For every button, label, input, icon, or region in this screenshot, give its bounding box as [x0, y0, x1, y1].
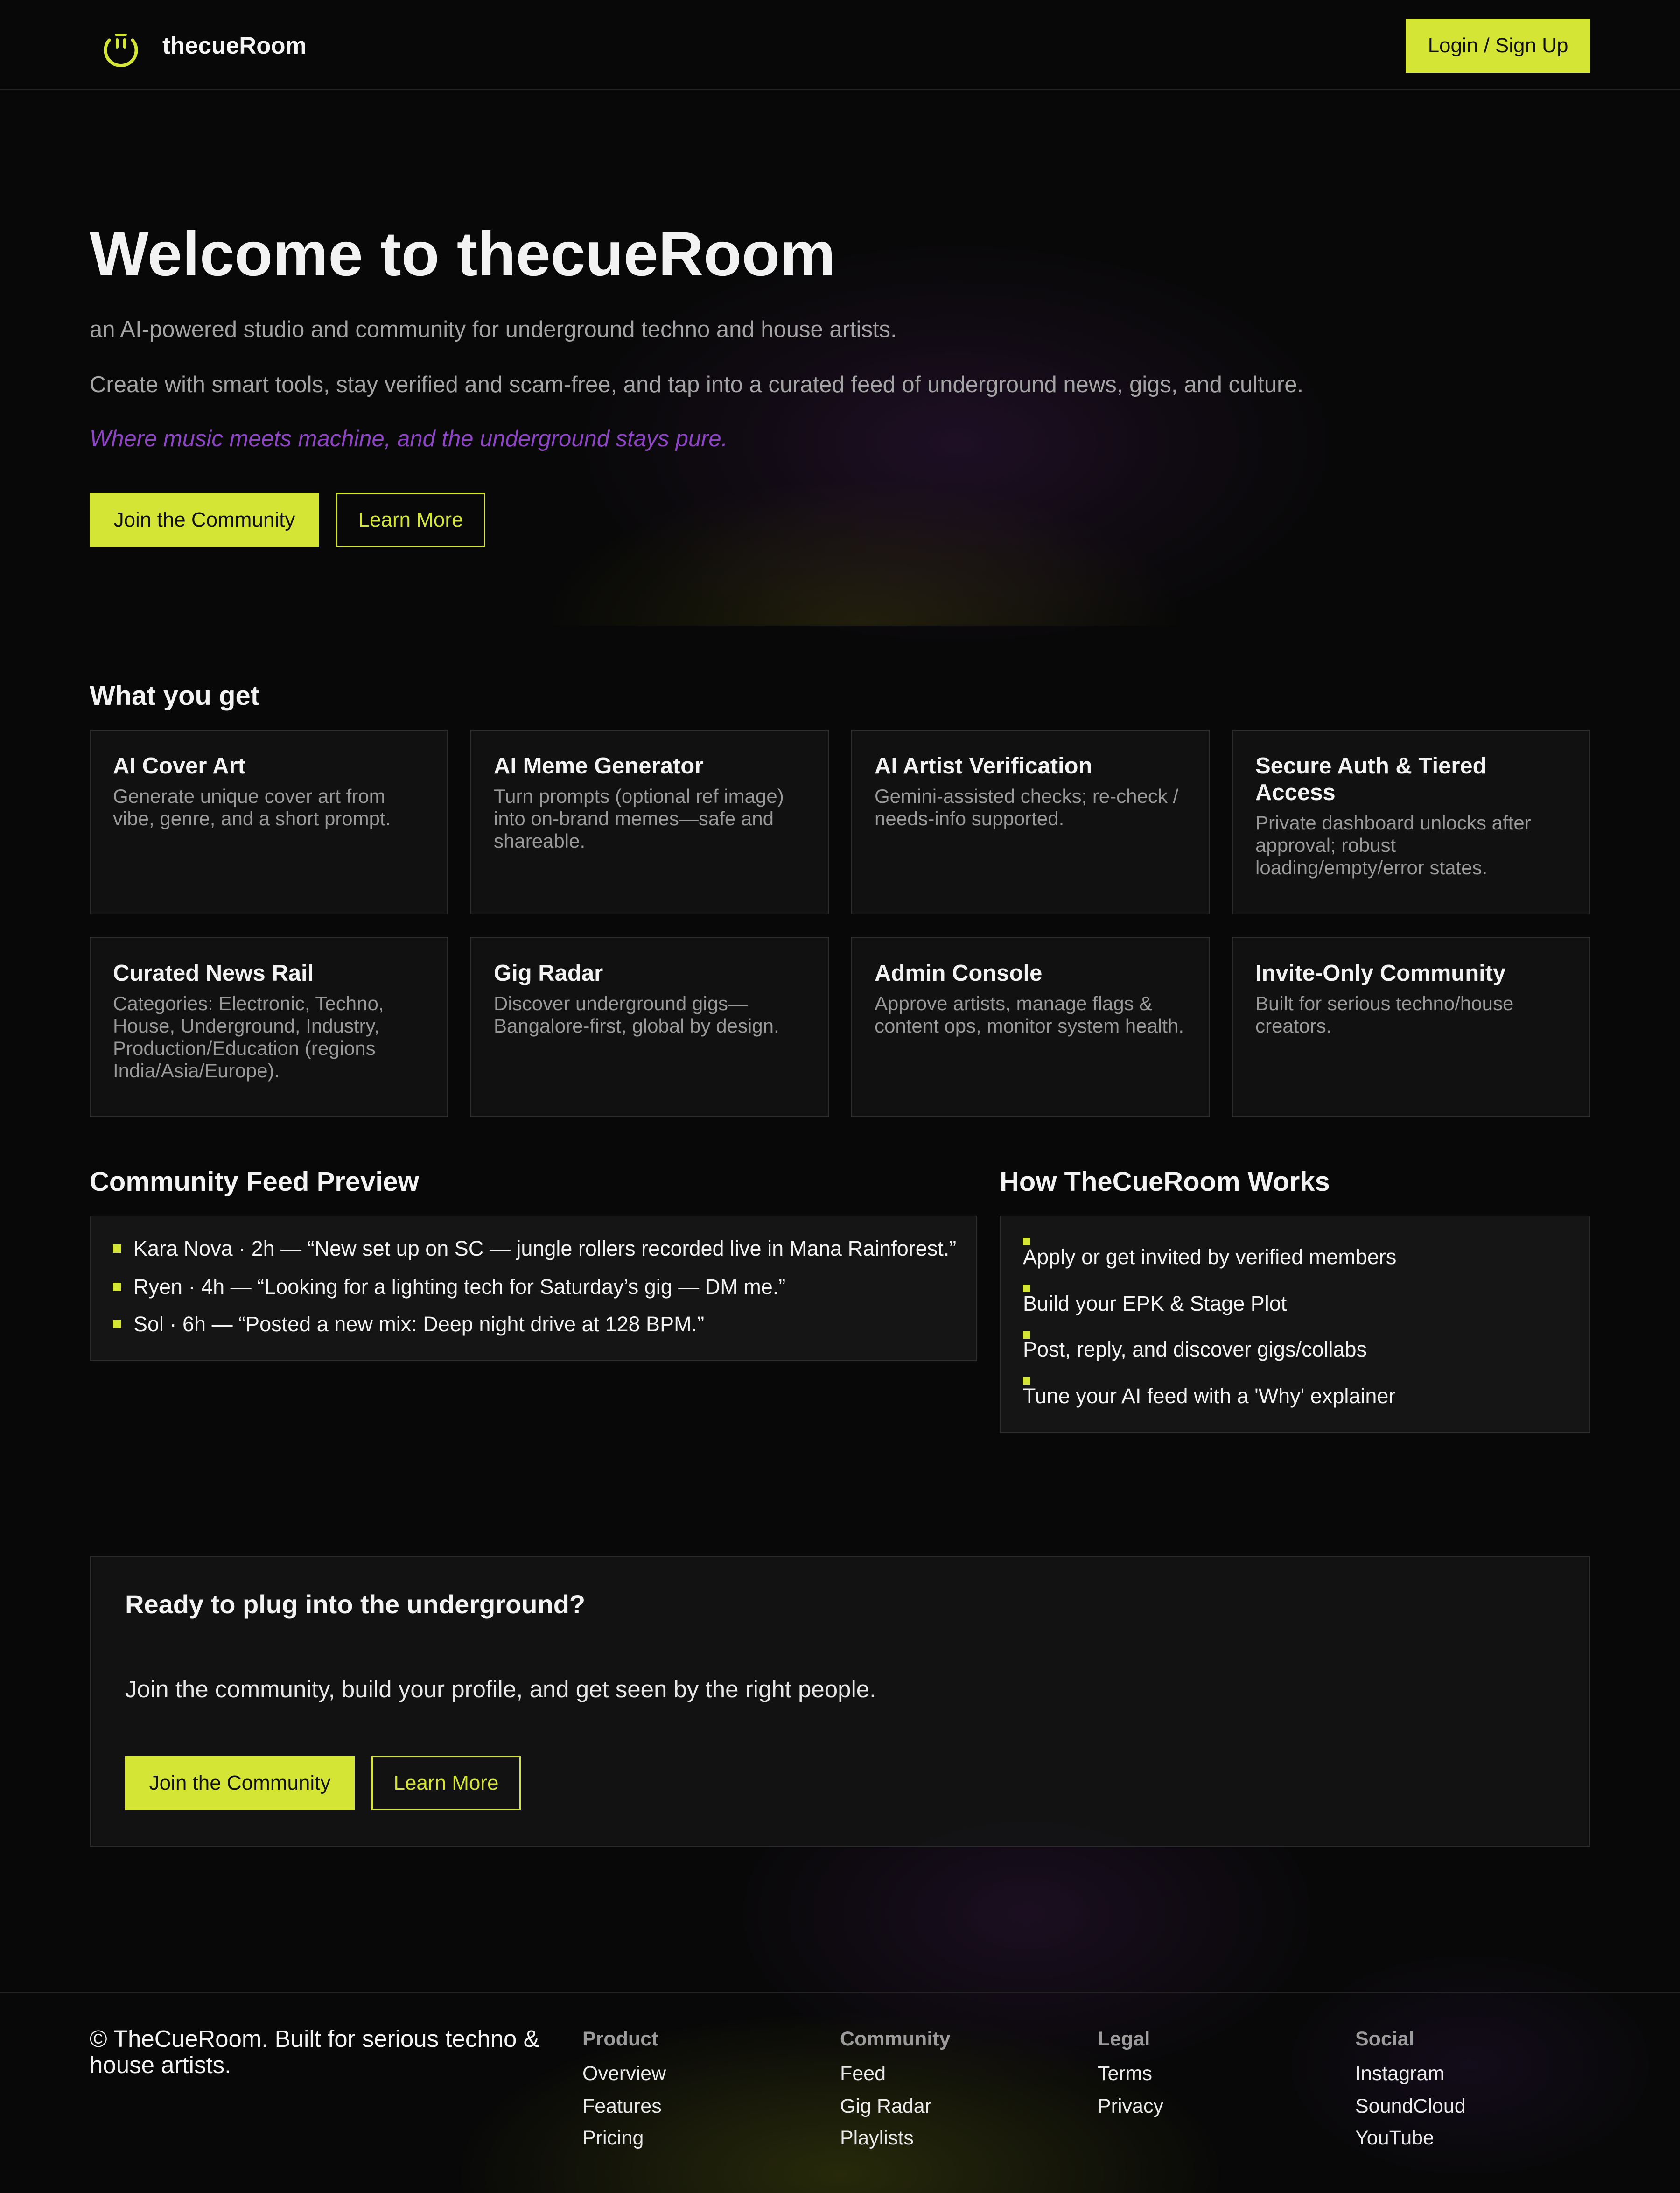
square-bullet-icon	[113, 1283, 121, 1291]
feature-description: Built for serious techno/house creators.	[1255, 992, 1514, 1037]
feature-description: Approve artists, manage flags & content …	[875, 992, 1184, 1037]
footer-copyright: © TheCueRoom. Built for serious techno &…	[90, 2025, 539, 2078]
footer-col-title-community: Community	[840, 2028, 951, 2050]
feature-card: AI Cover Art Generate unique cover art f…	[90, 730, 448, 914]
footer-link-overview[interactable]: Overview	[582, 2061, 666, 2086]
feature-title: Admin Console	[875, 961, 1043, 986]
feed-item[interactable]: Ryen · 4h — “Looking for a lighting tech…	[113, 1274, 785, 1300]
how-heading: How TheCueRoom Works	[1000, 1167, 1330, 1197]
cta-section: Ready to plug into the underground? Join…	[90, 1556, 1590, 1847]
feature-card: Admin Console Approve artists, manage fl…	[851, 937, 1210, 1117]
how-step: Post, reply, and discover gigs/collabs	[1023, 1337, 1367, 1361]
cta-learn-more-button[interactable]: Learn More	[371, 1756, 521, 1810]
footer-col-title-product: Product	[582, 2028, 658, 2050]
feed-item-text: Kara Nova · 2h — “New set up on SC — jun…	[133, 1237, 957, 1260]
feature-card: AI Artist Verification Gemini-assisted c…	[851, 730, 1210, 914]
footer-link-pricing[interactable]: Pricing	[582, 2126, 644, 2150]
hero-subtitle: an AI-powered studio and community for u…	[90, 317, 897, 342]
how-step: Build your EPK & Stage Plot	[1023, 1292, 1287, 1315]
footer-col-title-legal: Legal	[1098, 2028, 1150, 2050]
site-header: thecueRoom Login / Sign Up	[0, 0, 1680, 90]
footer-link-feed[interactable]: Feed	[840, 2061, 886, 2086]
cta-title: Ready to plug into the underground?	[125, 1589, 586, 1619]
how-panel: Apply or get invited by verified members…	[1000, 1216, 1590, 1433]
footer-link-instagram[interactable]: Instagram	[1355, 2061, 1444, 2086]
feed-item[interactable]: Kara Nova · 2h — “New set up on SC — jun…	[113, 1236, 956, 1261]
feature-description: Discover underground gigs—Bangalore-firs…	[494, 992, 779, 1037]
footer-link-youtube[interactable]: YouTube	[1355, 2126, 1434, 2150]
hero-description: Create with smart tools, stay verified a…	[90, 372, 1304, 397]
how-step: Tune your AI feed with a 'Why' explainer	[1023, 1384, 1396, 1408]
how-step: Apply or get invited by verified members	[1023, 1245, 1397, 1269]
brand-name[interactable]: thecueRoom	[162, 32, 307, 60]
feed-panel: Kara Nova · 2h — “New set up on SC — jun…	[90, 1216, 977, 1361]
feature-title: AI Meme Generator	[494, 753, 704, 779]
feature-description: Gemini-assisted checks; re-check / needs…	[875, 785, 1179, 829]
square-bullet-icon	[113, 1320, 121, 1328]
feature-title: Secure Auth & Tiered Access	[1255, 753, 1487, 805]
feature-title: Gig Radar	[494, 961, 603, 986]
footer-link-features[interactable]: Features	[582, 2094, 662, 2118]
feed-item-text: Sol · 6h — “Posted a new mix: Deep night…	[133, 1312, 705, 1336]
footer-link-privacy[interactable]: Privacy	[1098, 2094, 1163, 2118]
feature-description: Private dashboard unlocks after approval…	[1255, 812, 1531, 879]
feature-description: Turn prompts (optional ref image) into o…	[494, 785, 784, 852]
feature-card: AI Meme Generator Turn prompts (optional…	[470, 730, 829, 914]
feature-title: Invite-Only Community	[1255, 961, 1506, 986]
hero-tagline: Where music meets machine, and the under…	[90, 426, 728, 451]
feature-title: AI Artist Verification	[875, 753, 1092, 779]
feed-item[interactable]: Sol · 6h — “Posted a new mix: Deep night…	[113, 1312, 704, 1337]
footer-link-playlists[interactable]: Playlists	[840, 2126, 914, 2150]
site-footer: © TheCueRoom. Built for serious techno &…	[0, 1992, 1680, 2193]
feed-item-text: Ryen · 4h — “Looking for a lighting tech…	[133, 1275, 786, 1299]
feature-description: Categories: Electronic, Techno, House, U…	[113, 992, 384, 1082]
cta-join-button[interactable]: Join the Community	[125, 1756, 355, 1810]
login-signup-button[interactable]: Login / Sign Up	[1406, 19, 1590, 73]
cta-text: Join the community, build your profile, …	[125, 1676, 876, 1702]
hero-learn-more-button[interactable]: Learn More	[336, 493, 485, 547]
feature-description: Generate unique cover art from vibe, gen…	[113, 785, 391, 829]
feed-heading: Community Feed Preview	[90, 1167, 419, 1197]
smile-logo-icon[interactable]	[101, 27, 141, 68]
footer-col-title-social: Social	[1355, 2028, 1414, 2050]
hero-join-button[interactable]: Join the Community	[90, 493, 319, 547]
hero-title: Welcome to thecueRoom	[90, 219, 836, 289]
feature-title: AI Cover Art	[113, 753, 246, 779]
footer-link-terms[interactable]: Terms	[1098, 2061, 1152, 2086]
feature-card: Secure Auth & Tiered Access Private dash…	[1232, 730, 1590, 914]
feature-card: Invite-Only Community Built for serious …	[1232, 937, 1590, 1117]
feature-title: Curated News Rail	[113, 961, 314, 986]
feature-card: Curated News Rail Categories: Electronic…	[90, 937, 448, 1117]
hero-glow-yellow	[513, 467, 1213, 626]
features-heading: What you get	[90, 681, 260, 711]
feature-card: Gig Radar Discover underground gigs—Bang…	[470, 937, 829, 1117]
square-bullet-icon	[113, 1244, 121, 1253]
footer-link-gig-radar[interactable]: Gig Radar	[840, 2094, 931, 2118]
footer-link-soundcloud[interactable]: SoundCloud	[1355, 2094, 1466, 2118]
